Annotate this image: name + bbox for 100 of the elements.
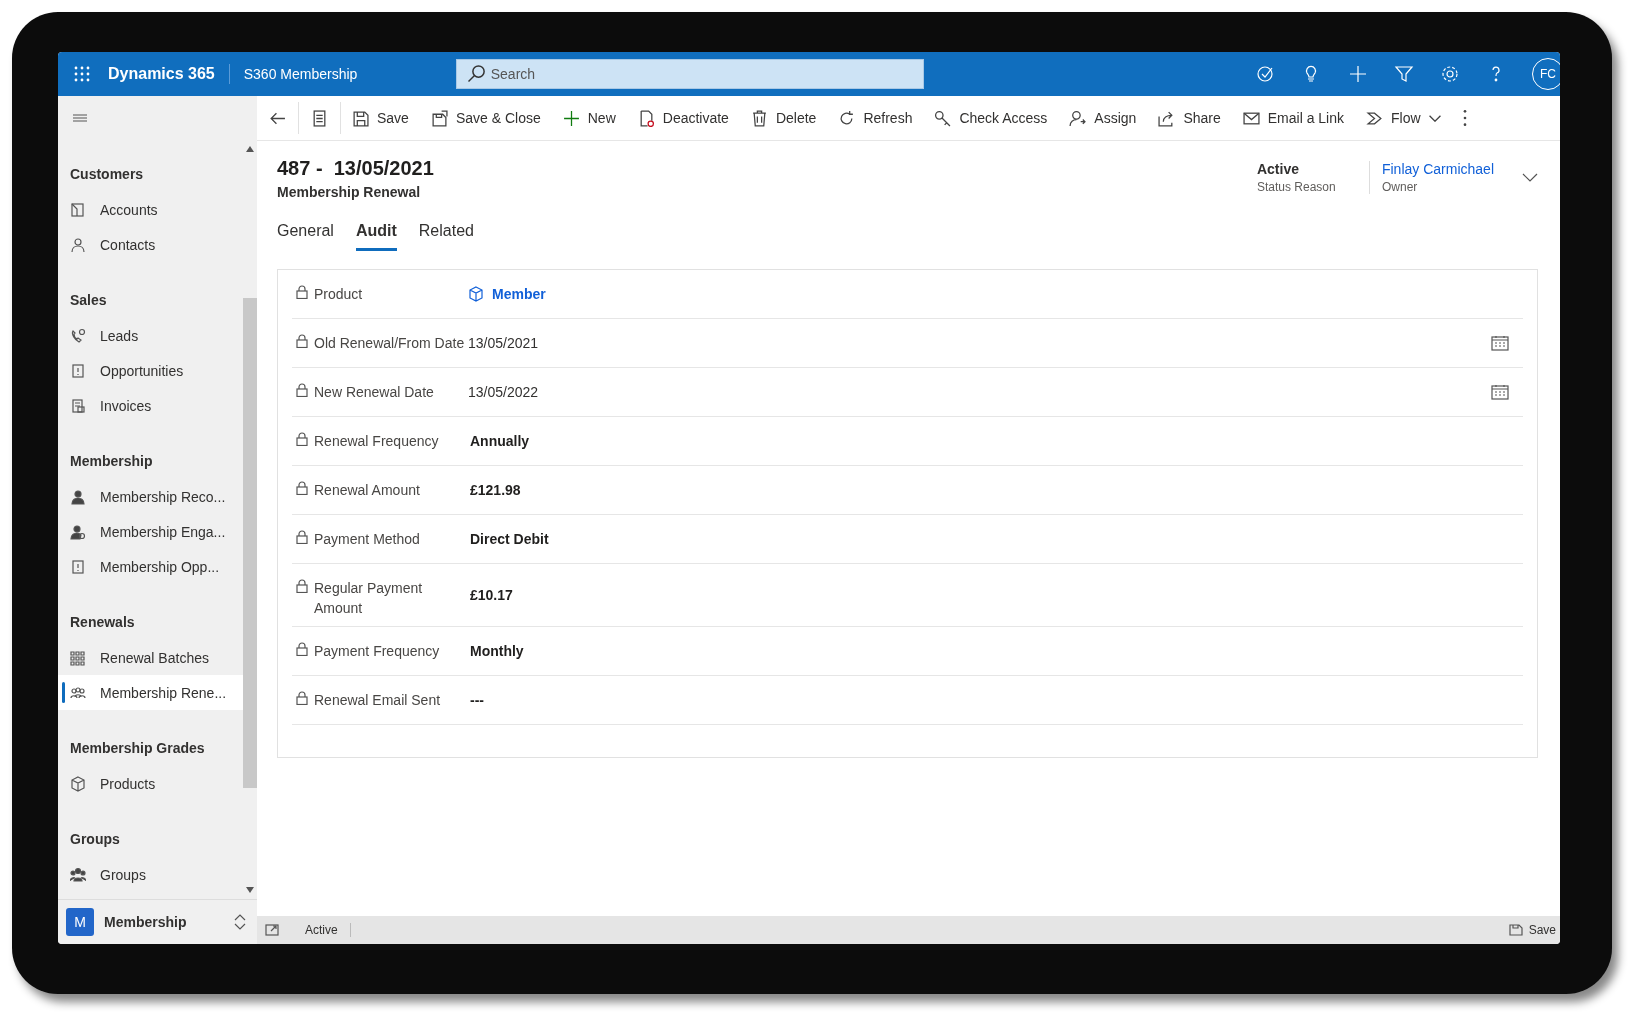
command-button[interactable]: Delete	[739, 96, 828, 140]
nav-group-title: Groups	[69, 830, 121, 849]
flow-dropdown[interactable]: Flow	[1355, 96, 1452, 140]
status-save-button[interactable]: Save	[1508, 923, 1560, 937]
nav-group-title: Renewals	[69, 613, 136, 632]
command-button[interactable]: Share	[1147, 96, 1232, 140]
tab[interactable]: Audit	[355, 222, 397, 251]
calendar-icon[interactable]	[1491, 384, 1509, 400]
nav-item[interactable]: Contacts	[58, 227, 243, 262]
field-label: Regular Payment Amount	[314, 579, 424, 618]
nav-group-title: Membership Grades	[69, 739, 206, 758]
field-value: Monthly	[469, 643, 524, 659]
command-button[interactable]: Check Access	[923, 96, 1059, 140]
refresh-icon	[838, 109, 856, 127]
record-title: 487 - 13/05/2021	[277, 157, 434, 180]
lock-icon	[296, 642, 308, 656]
people-icon	[70, 684, 86, 701]
nav-item[interactable]: Membership Opp...	[58, 549, 243, 584]
area-name: S360 Membership	[242, 66, 359, 82]
task-icon[interactable]	[1256, 64, 1276, 84]
command-button[interactable]: Refresh	[827, 96, 924, 140]
nav-item[interactable]: Invoices	[58, 388, 243, 423]
document-icon	[70, 558, 86, 575]
field-value: 13/05/2021	[468, 335, 539, 351]
tab[interactable]: General	[277, 222, 334, 251]
nav-item[interactable]: Opportunities	[58, 353, 243, 388]
area-badge: M	[66, 908, 94, 936]
area-label: Membership	[104, 914, 187, 930]
command-button[interactable]: Save & Close	[419, 96, 552, 140]
command-button[interactable]: Email a Link	[1231, 96, 1355, 140]
person-icon	[70, 488, 86, 505]
person-icon	[1069, 109, 1087, 127]
nav-item[interactable]: Membership Enga...	[58, 514, 243, 549]
scroll-down-icon[interactable]	[246, 887, 254, 893]
more-icon	[1462, 110, 1467, 126]
nav-item[interactable]: Leads	[58, 318, 243, 353]
save-close-icon	[430, 109, 448, 127]
command-button[interactable]: Deactivate	[626, 96, 740, 140]
nav-group-title: Sales	[69, 291, 108, 310]
scrollbar-thumb[interactable]	[243, 298, 257, 788]
field-value: £10.17	[469, 587, 513, 603]
nav-item[interactable]: Products	[58, 766, 243, 801]
calendar-icon[interactable]	[1491, 335, 1509, 351]
settings-icon[interactable]	[1440, 64, 1460, 84]
chevron-down-icon[interactable]	[1522, 173, 1538, 183]
invoice-icon	[70, 397, 86, 414]
field-value: 13/05/2022	[468, 384, 539, 400]
field-label: Payment Method	[314, 530, 420, 549]
field-value: ---	[469, 692, 484, 708]
field-label: Renewal Email Sent	[314, 691, 441, 710]
field-label: Old Renewal/From Date	[314, 334, 465, 353]
nav-item[interactable]: Accounts	[58, 192, 243, 227]
save-icon	[1508, 924, 1523, 936]
field-label: Payment Frequency	[314, 642, 440, 661]
person-icon	[70, 523, 86, 540]
cube-icon	[468, 286, 484, 302]
owner-link[interactable]: Finlay Carmichael	[1381, 161, 1494, 177]
field-label: Renewal Frequency	[314, 432, 439, 451]
header-label: Owner	[1381, 180, 1419, 194]
nav-item[interactable]: Membership Rene...	[58, 675, 243, 710]
chevron-down-icon	[1428, 114, 1441, 122]
plus-icon	[562, 109, 580, 127]
document-icon	[311, 109, 328, 127]
lock-icon	[296, 383, 308, 397]
phone-icon	[70, 327, 86, 344]
lock-icon	[296, 481, 308, 495]
lock-icon	[296, 432, 308, 446]
field-value: Annually	[469, 433, 530, 449]
filter-icon[interactable]	[1394, 64, 1414, 84]
share-icon	[1158, 109, 1176, 127]
header-label: Status Reason	[1256, 180, 1337, 194]
search-field[interactable]: Search	[455, 59, 924, 89]
scroll-up-icon[interactable]	[246, 146, 254, 152]
record-status: Active	[305, 923, 351, 937]
lock-icon	[296, 334, 308, 348]
grid-icon	[70, 649, 86, 666]
area-switcher[interactable]: M Membership	[58, 899, 257, 944]
field-label: New Renewal Date	[314, 383, 434, 402]
field-label: Renewal Amount	[314, 481, 420, 500]
nav-item[interactable]: Membership Reco...	[58, 479, 243, 514]
tab[interactable]: Related	[418, 222, 474, 251]
expand-icon	[233, 913, 247, 931]
person-icon	[70, 236, 86, 253]
lock-icon	[296, 691, 308, 705]
command-button[interactable]: Assign	[1058, 96, 1148, 140]
field-label: Product	[314, 285, 363, 304]
nav-item[interactable]: Renewal Batches	[58, 640, 243, 675]
command-button[interactable]: New	[551, 96, 627, 140]
lock-icon	[296, 530, 308, 544]
lookup-link[interactable]: Member	[468, 286, 546, 302]
building-icon	[70, 201, 86, 218]
plus-icon[interactable]	[1348, 64, 1368, 84]
open-in-window-icon[interactable]	[265, 924, 279, 936]
nav-item[interactable]: Groups	[58, 857, 243, 892]
lock-icon	[296, 285, 308, 299]
nav-group-title: Membership	[69, 452, 154, 471]
app-launcher-icon[interactable]	[74, 66, 90, 82]
record-entity: Membership Renewal	[277, 184, 422, 200]
app-name[interactable]: Dynamics 365	[108, 64, 230, 84]
command-button[interactable]: Save	[341, 96, 420, 140]
